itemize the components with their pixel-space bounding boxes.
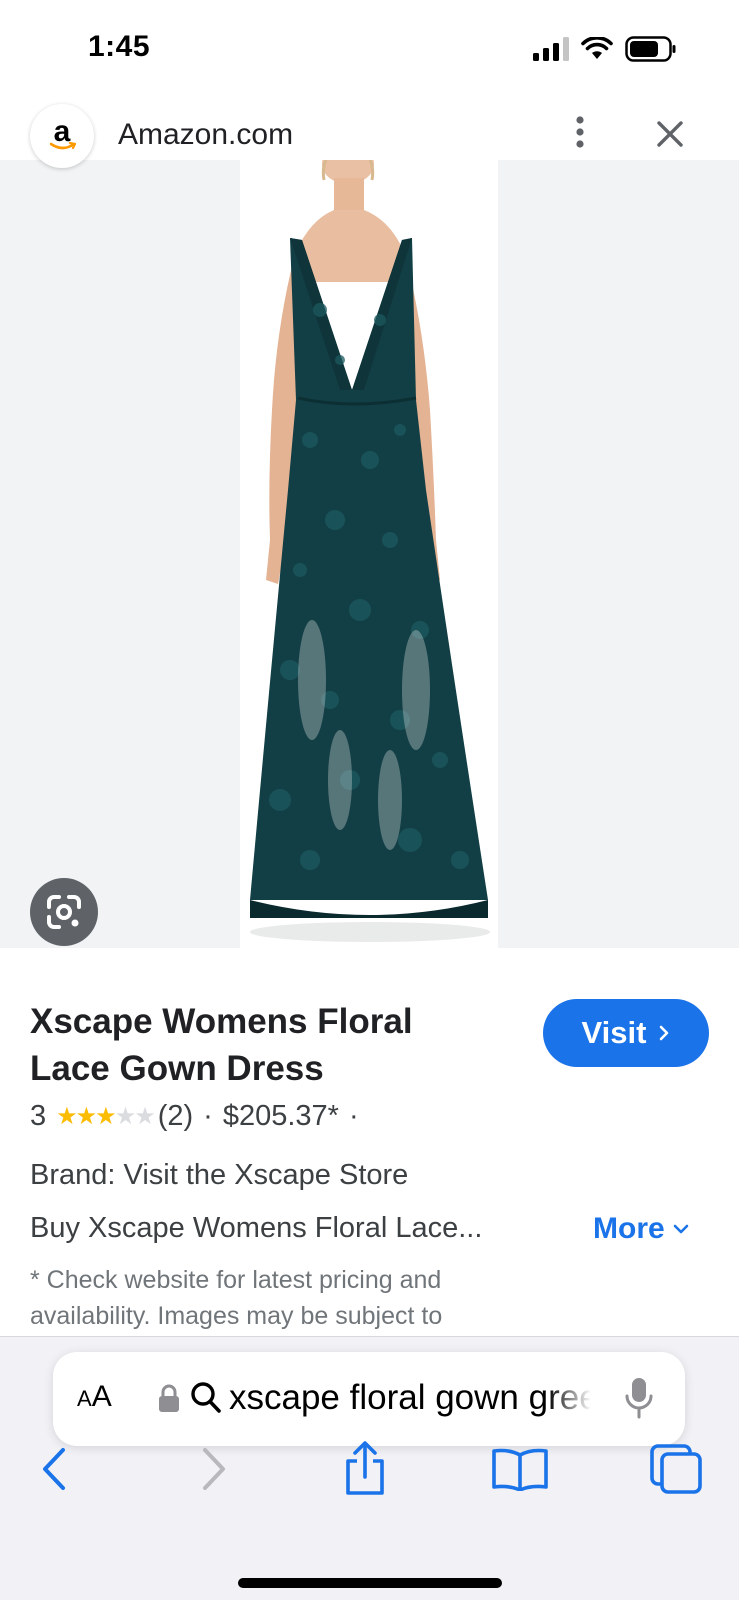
result-header: a Amazon.com: [0, 100, 739, 168]
search-icon: [191, 1382, 221, 1413]
product-photo[interactable]: [240, 160, 498, 948]
star-icon: ★: [95, 1103, 116, 1130]
home-indicator: [238, 1578, 502, 1588]
status-time: 1:45: [88, 30, 151, 63]
forward-button[interactable]: [196, 1441, 232, 1497]
visit-button[interactable]: Visit: [543, 999, 709, 1067]
star-empty-icon: ★: [134, 1103, 155, 1130]
separator: ·: [348, 1100, 359, 1132]
microphone-icon[interactable]: [624, 1376, 654, 1420]
google-lens-icon: [47, 895, 81, 929]
more-options-button[interactable]: [565, 114, 595, 150]
share-button[interactable]: [340, 1441, 390, 1497]
review-count: (2): [157, 1100, 194, 1132]
amazon-smile-icon: [50, 142, 76, 150]
wifi-icon: [581, 37, 613, 59]
close-button[interactable]: [652, 116, 688, 152]
rating-stars: ★ ★ ★ ★ ★: [56, 1102, 156, 1131]
url-text[interactable]: xscape floral gown green: [229, 1378, 591, 1418]
tabs-button[interactable]: [648, 1441, 704, 1497]
google-lens-button[interactable]: [30, 878, 98, 946]
more-button[interactable]: More: [593, 1212, 689, 1246]
product-description: Buy Xscape Womens Floral Lace...: [30, 1212, 483, 1244]
lock-icon: [159, 1384, 179, 1412]
visit-button-label: Visit: [581, 1015, 647, 1050]
chevron-down-icon: [673, 1224, 688, 1234]
back-icon: [43, 1448, 65, 1490]
rating-value: 3: [30, 1100, 47, 1132]
separator: ·: [203, 1100, 213, 1132]
battery-icon: [625, 36, 676, 62]
disclaimer: * Check website for latest pricing and a…: [30, 1266, 443, 1330]
star-empty-icon: ★: [114, 1103, 136, 1130]
browser-toolbar: AA xscape floral gown green: [0, 1336, 739, 1600]
back-button[interactable]: [36, 1441, 72, 1497]
cellular-signal-icon: [533, 37, 569, 61]
site-name[interactable]: Amazon.com: [118, 118, 293, 152]
chevron-right-icon: [660, 1025, 669, 1041]
bookmarks-icon: [492, 1448, 548, 1491]
more-label: More: [593, 1212, 665, 1245]
star-icon: ★: [75, 1103, 97, 1130]
price: $205.37*: [222, 1100, 339, 1132]
share-icon: [346, 1441, 384, 1495]
status-icons: [533, 36, 677, 62]
forward-icon: [203, 1448, 225, 1490]
rating-row: 3 ★ ★ ★ ★ ★ (2) · $205.37* ·: [30, 1100, 359, 1133]
product-title[interactable]: Xscape Womens Floral Lace Gown Dress: [30, 998, 490, 1092]
close-icon: [657, 121, 683, 147]
amazon-favicon: a: [30, 104, 94, 168]
dress-image: [250, 160, 490, 942]
page-settings-button[interactable]: AA: [77, 1380, 112, 1414]
address-bar[interactable]: AA xscape floral gown green: [53, 1352, 685, 1446]
bookmarks-button[interactable]: [490, 1441, 550, 1497]
product-image-area[interactable]: [0, 160, 739, 948]
star-icon: ★: [56, 1103, 77, 1130]
brand-line: Brand: Visit the Xscape Store: [30, 1159, 409, 1191]
more-vert-icon: [576, 116, 584, 148]
tabs-icon: [650, 1444, 702, 1494]
